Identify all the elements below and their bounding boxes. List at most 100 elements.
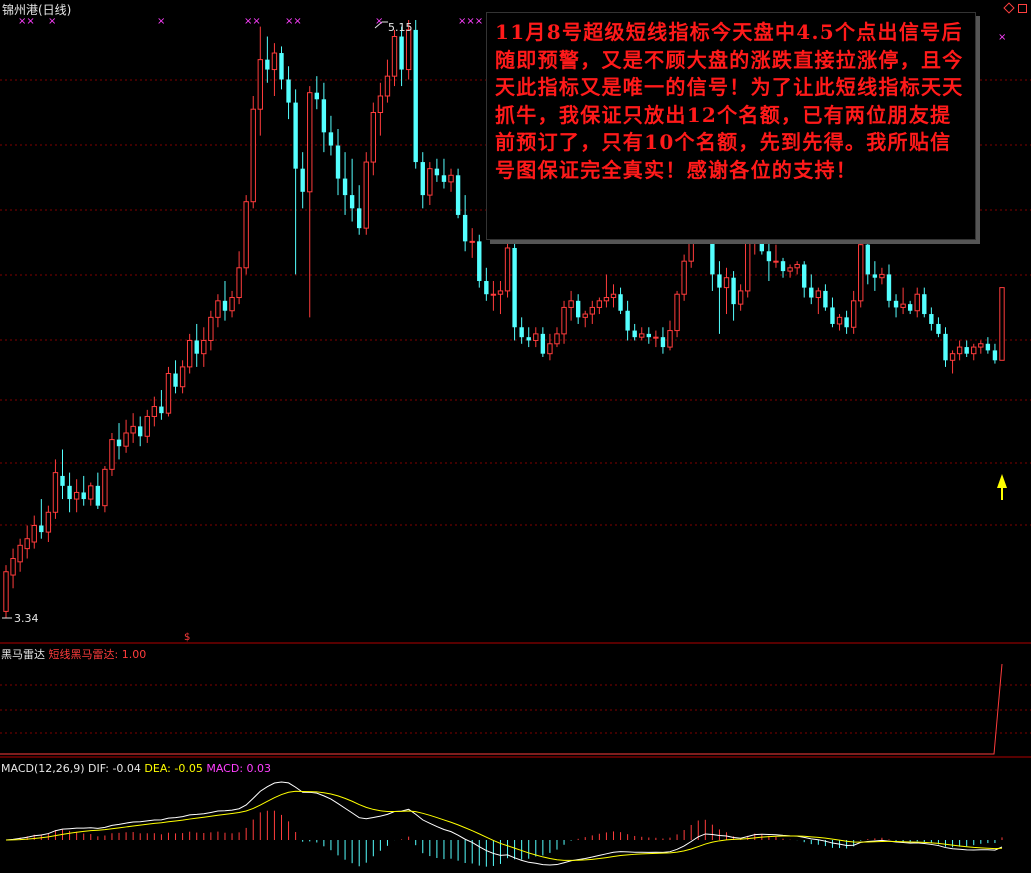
candle-body-down [477,241,482,282]
candle-body-down [420,162,425,196]
candle-body-up [186,339,193,368]
candle-body-up [879,273,885,279]
candle-body-down [441,175,447,182]
candle-body-down [660,337,666,348]
candle-body-up [858,244,864,302]
signal-marker: ×× [285,16,302,27]
candle-body-up [836,316,843,325]
candle-body-down [300,168,305,192]
candle-body-up [469,240,475,243]
candle-body-up [971,346,977,355]
candle-body-up [24,538,30,550]
candle-body-up [384,75,391,97]
square-icon[interactable] [1018,4,1027,13]
candle-body-up [681,260,687,295]
candle-body-up [639,333,645,338]
candle-body-down [314,92,319,100]
candle-body-up [363,161,369,229]
candle-body-up [427,168,433,196]
candle-body-up [956,346,963,355]
candle-body-down [526,337,531,341]
candle-body-up [109,439,115,470]
candle-body-down [328,132,334,146]
candle-body-up [165,373,172,414]
candle-body-up [667,330,673,348]
candle-body-down [512,247,517,328]
candle-body-down [802,264,807,288]
candle-body-down [60,475,65,486]
candle-body-down [985,343,991,351]
candle-body-up [45,511,52,533]
candle-body-down [731,277,736,305]
candle-body-down [484,281,489,295]
candle-body-down [116,439,122,447]
candle-body-up [73,491,80,500]
high-price-label: 5.15 [388,21,413,34]
candle-body-up [201,339,207,355]
candle-body-up [850,300,857,328]
candle-body-down [519,327,524,338]
candle-body-up [250,108,256,203]
candle-body-up [130,425,136,434]
candle-body-up [307,92,313,193]
candle-body-up [582,313,588,318]
candle-body-up [10,558,16,576]
candle-body-down [907,304,913,311]
candle-body-up [391,36,398,77]
candle-body-down [540,333,546,354]
candle-body-down [632,330,637,338]
candle-body-down [780,261,786,272]
stock-title: 锦州港(日线) [2,3,72,17]
indicator-title: 黑马雷达 短线黑马雷达: 1.00 [1,646,146,662]
candle-body-up [229,297,235,312]
low-price-label: 3.34 [14,612,39,625]
candle-body-up [949,353,956,361]
candle-body-down [462,214,468,242]
candle-body-down [575,300,581,318]
candle-body-down [413,29,418,163]
candle-body-up [151,406,158,417]
candle-body-down [830,307,835,324]
candle-body-down [872,274,878,278]
candle-body-up [215,300,221,318]
candle-body-up [179,366,186,388]
candle-body-up [490,293,497,296]
candle-body-up [257,59,263,110]
candle-body-down [286,79,291,103]
candle-body-up [737,290,744,305]
signal-marker: ×× [244,16,261,27]
candle-body-up [88,485,94,500]
candle-body-up [102,468,108,507]
candle-body-down [455,175,461,215]
candle-body-up [773,260,779,263]
candle-body-down [95,485,101,506]
candle-body-down [886,274,892,301]
candle-body-up [123,432,129,447]
indicator-value: 1.00 [121,648,147,661]
candle-body-up [787,267,793,272]
dif-label: DIF: [88,762,109,775]
candle-body-down [922,294,927,315]
signal-marker: × [157,16,165,27]
candle-body-up [497,290,504,295]
candle-body-down [809,287,814,298]
candle-body-up [589,306,595,315]
signal-marker: × [375,16,383,27]
candle-body-up [31,524,37,543]
candle-body-up [554,333,560,345]
candle-body-down [342,178,348,196]
indicator-line [0,663,1003,755]
macd-name: MACD(12,26,9) [1,762,85,775]
candle-body-down [279,53,284,80]
annotation-box: 11月8号超级短线指标今天盘中4.5个点出信号后随即预警，又是不顾大盘的涨跌直接… [486,12,976,240]
candle-body-up [243,201,249,269]
macd-label: MACD: [206,762,244,775]
candle-body-up [815,290,822,299]
candle-body-down [434,168,440,176]
candle-body-down [293,102,298,169]
candle-body-down [936,323,941,334]
signal-marker-last: × [998,32,1006,43]
candle-body-down [992,350,998,361]
candle-body-down [335,145,341,179]
candle-body-up [653,336,659,339]
